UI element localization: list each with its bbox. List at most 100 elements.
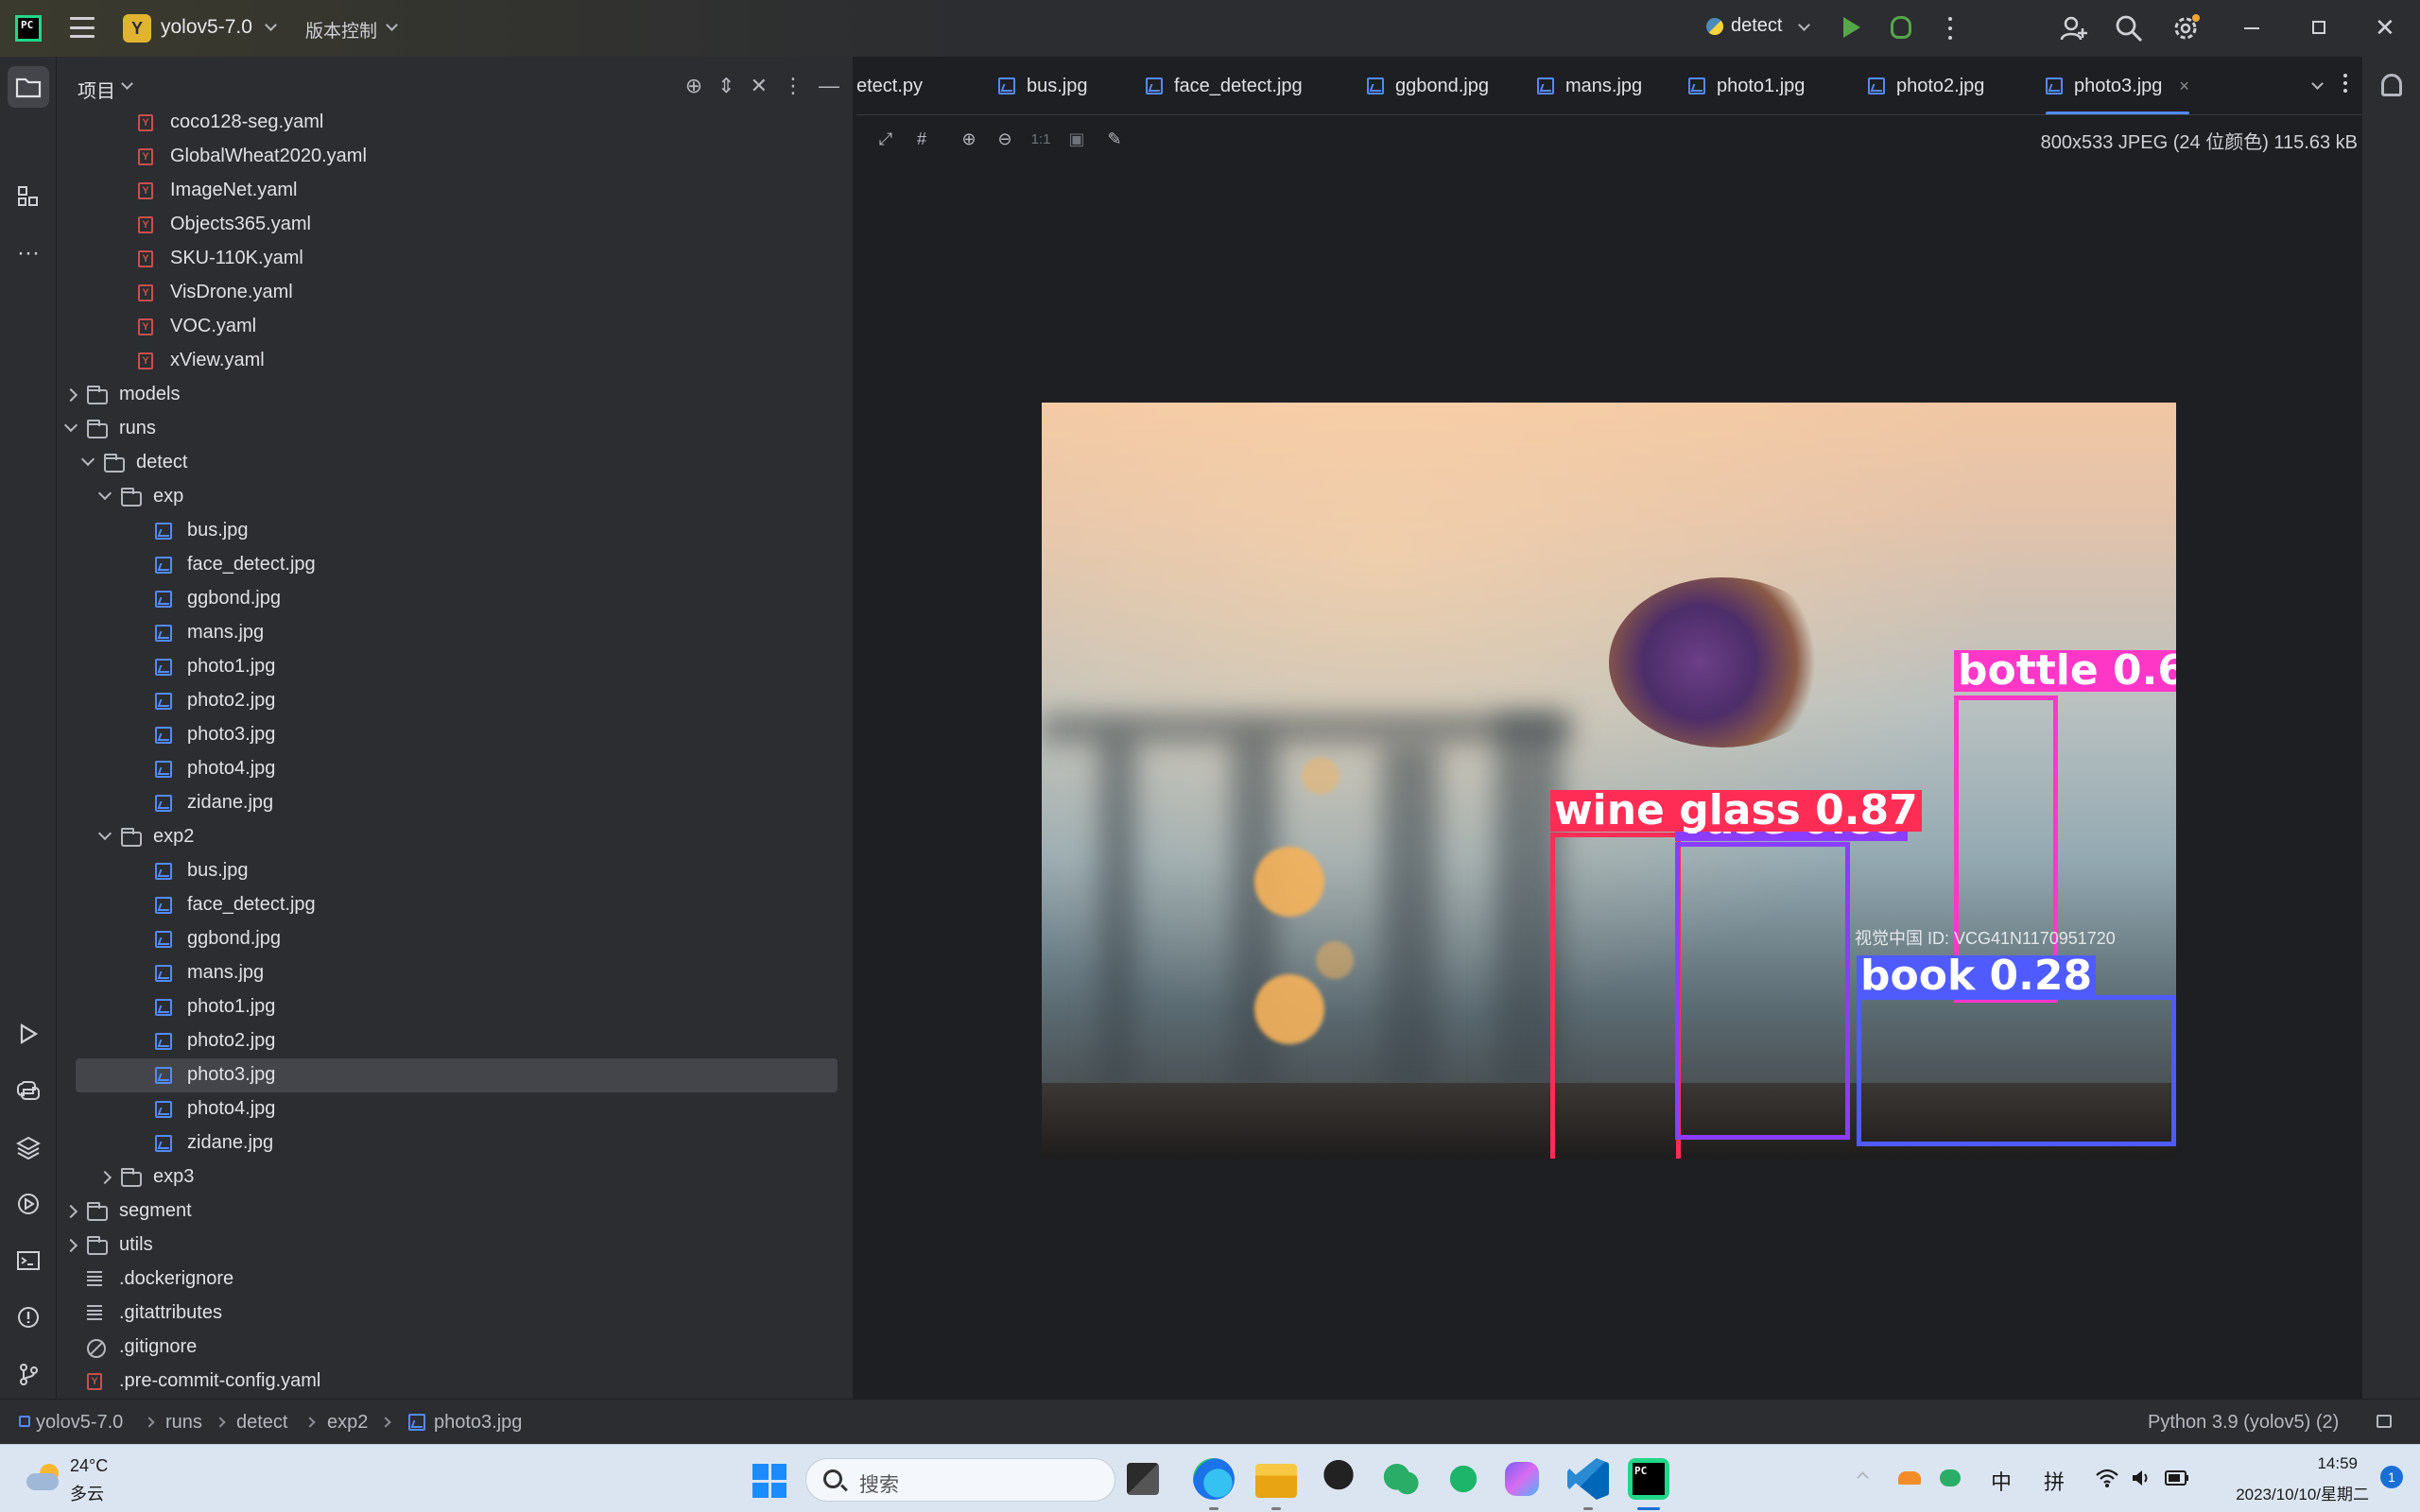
run-icon[interactable] [1843, 17, 1860, 38]
lock-icon[interactable] [2377, 1415, 2392, 1428]
services-tool-button[interactable] [8, 1183, 49, 1225]
actual-size-button[interactable]: 1:1 [1030, 129, 1051, 149]
tree-item[interactable]: photo3.jpg [76, 1058, 838, 1092]
breadcrumb-item[interactable]: runs [165, 1412, 202, 1434]
window-restore-icon[interactable] [2312, 21, 2325, 34]
tree-item[interactable]: exp3 [57, 1160, 853, 1194]
tree-item[interactable]: photo1.jpg [57, 990, 853, 1024]
run-tool-button[interactable] [8, 1013, 49, 1055]
editor-tab[interactable]: photo3.jpg × [2046, 57, 2189, 114]
tree-item[interactable]: segment [57, 1194, 853, 1228]
python-console-button[interactable] [8, 1070, 49, 1111]
zoom-out-icon[interactable]: ⊖ [994, 129, 1015, 149]
tree-item[interactable]: detect [57, 446, 853, 480]
background-icon[interactable]: ▣ [1066, 129, 1087, 149]
weather-cloud-icon[interactable] [26, 1464, 60, 1490]
tree-item[interactable]: zidane.jpg [57, 1126, 853, 1160]
tree-item[interactable]: mans.jpg [57, 616, 853, 650]
editor-tab[interactable]: bus.jpg [998, 57, 1088, 114]
expand-all-icon[interactable]: ⇕ [717, 74, 735, 98]
window-minimize-icon[interactable] [2244, 27, 2259, 29]
run-config-selector[interactable]: detect [1706, 15, 1782, 37]
tree-item[interactable]: Y Objects365.yaml [57, 208, 853, 242]
editor-tab[interactable]: ggbond.jpg [1367, 57, 1489, 114]
git-tool-button[interactable] [8, 1353, 49, 1395]
tree-item[interactable]: Y .pre-commit-config.yaml [57, 1365, 853, 1399]
python-packages-button[interactable] [8, 1126, 49, 1168]
structure-tool-button[interactable] [8, 176, 49, 217]
tree-item[interactable]: exp2 [57, 820, 853, 854]
breadcrumb-item[interactable]: exp2 [327, 1412, 368, 1434]
chevron-down-icon[interactable] [386, 19, 398, 31]
tree-item[interactable]: YxView.yaml [57, 344, 853, 378]
window-close-icon[interactable]: ✕ [2375, 13, 2395, 43]
tab-more-icon[interactable] [2342, 74, 2348, 93]
chevron-right-icon[interactable] [97, 1170, 112, 1185]
zoom-in-icon[interactable]: ⊕ [959, 129, 979, 149]
grid-icon[interactable]: # [911, 129, 932, 149]
tab-close-icon[interactable]: × [2179, 77, 2189, 96]
main-menu-icon[interactable] [70, 17, 95, 38]
project-badge[interactable]: Y [123, 14, 151, 43]
tree-item[interactable]: runs [57, 412, 853, 446]
locate-file-icon[interactable]: ⊕ [685, 74, 702, 98]
ime-pinyin-indicator[interactable]: 拼 [2044, 1466, 2065, 1496]
tree-item[interactable]: photo4.jpg [57, 1092, 853, 1126]
tree-item[interactable]: mans.jpg [57, 956, 853, 990]
tree-item[interactable]: bus.jpg [57, 854, 853, 888]
tree-item[interactable]: face_detect.jpg [57, 548, 853, 582]
pycharm-taskbar-icon[interactable]: PC [1628, 1458, 1669, 1500]
python-interpreter[interactable]: Python 3.9 (yolov5) (2) [2148, 1412, 2339, 1434]
search-icon[interactable] [2114, 13, 2144, 43]
cloud-sync-icon[interactable] [1898, 1471, 1921, 1485]
qq-icon[interactable] [1318, 1458, 1359, 1500]
tree-item[interactable]: photo4.jpg [57, 752, 853, 786]
more-tools-button[interactable]: ··· [8, 232, 49, 274]
more-actions-icon[interactable] [1947, 17, 1953, 40]
chevron-down-icon[interactable] [97, 486, 112, 501]
tree-item[interactable]: exp [57, 480, 853, 514]
fit-to-window-icon[interactable]: ⤢ [875, 129, 896, 149]
debug-icon[interactable] [1891, 16, 1911, 39]
wechat-tray-icon[interactable] [1940, 1469, 1961, 1486]
task-view-icon[interactable] [1127, 1463, 1159, 1495]
tree-item[interactable]: Y GlobalWheat2020.yaml [57, 140, 853, 174]
tree-item[interactable]: face_detect.jpg [57, 888, 853, 922]
tree-item[interactable]: utils [57, 1228, 853, 1263]
project-name[interactable]: yolov5-7.0 [161, 16, 252, 39]
breadcrumb-item[interactable]: yolov5-7.0 [36, 1412, 123, 1434]
wifi-icon[interactable] [2095, 1468, 2119, 1488]
add-user-icon[interactable] [2059, 13, 2089, 43]
project-panel-title[interactable]: 项目 [78, 76, 115, 103]
tree-item[interactable]: photo2.jpg [57, 684, 853, 718]
breadcrumb-item[interactable]: detect [236, 1412, 287, 1434]
file-explorer-icon[interactable] [1255, 1464, 1297, 1498]
vscode-icon[interactable] [1567, 1458, 1609, 1500]
editor-tab[interactable]: face_detect.jpg [1146, 57, 1303, 114]
wechat-icon[interactable] [1380, 1458, 1422, 1500]
tree-item[interactable]: ggbond.jpg [57, 922, 853, 956]
editor-tab[interactable]: photo1.jpg [1688, 57, 1805, 114]
tree-item[interactable]: photo2.jpg [57, 1024, 853, 1058]
chevron-down-icon[interactable] [265, 19, 277, 31]
windows-start-icon[interactable] [752, 1464, 786, 1498]
chevron-down-icon[interactable] [121, 77, 133, 90]
terminal-tool-button[interactable] [8, 1240, 49, 1281]
tab-list-chevron-icon[interactable] [2311, 77, 2324, 90]
tree-item[interactable]: Y SKU-110K.yaml [57, 242, 853, 276]
notifications-bell-icon[interactable] [2381, 74, 2402, 96]
edge-browser-icon[interactable] [1193, 1458, 1235, 1500]
clock-date[interactable]: 2023/10/10/星期二 [2236, 1481, 2369, 1504]
tree-item[interactable]: photo3.jpg [57, 718, 853, 752]
chevron-right-icon[interactable] [63, 1238, 78, 1253]
tree-item[interactable]: Y VOC.yaml [57, 310, 853, 344]
vcs-menu[interactable]: 版本控制 [305, 17, 377, 43]
project-tool-button[interactable] [8, 66, 49, 108]
chevron-down-icon[interactable] [1798, 19, 1810, 31]
chevron-right-icon[interactable] [63, 387, 78, 403]
taskbar-search[interactable]: 搜索 [805, 1458, 1115, 1502]
tree-item[interactable]: Y VisDrone.yaml [57, 276, 853, 310]
problems-tool-button[interactable] [8, 1297, 49, 1338]
chevron-down-icon[interactable] [97, 826, 112, 841]
clock-time[interactable]: 14:59 [2317, 1454, 2358, 1473]
